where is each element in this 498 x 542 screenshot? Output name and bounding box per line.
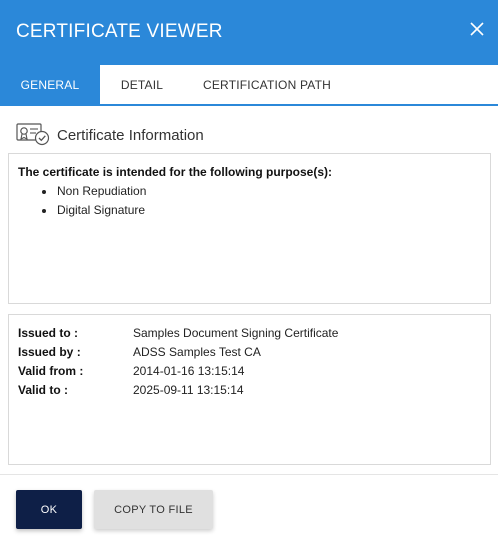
info-row-issued-by: Issued by : ADSS Samples Test CA — [18, 343, 488, 362]
ok-button[interactable]: OK — [16, 490, 82, 529]
info-label: Valid from : — [18, 364, 84, 378]
tab-detail[interactable]: DETAIL — [100, 65, 184, 104]
certificate-viewer-dialog: CERTIFICATE VIEWER GENERAL DETAIL CERTIF… — [0, 0, 498, 542]
purpose-panel: The certificate is intended for the foll… — [8, 153, 491, 304]
dialog-title: CERTIFICATE VIEWER — [16, 21, 223, 42]
info-value: 2025-09-11 13:15:14 — [133, 383, 244, 397]
tab-certification-path[interactable]: CERTIFICATION PATH — [184, 65, 350, 104]
purpose-heading: The certificate is intended for the foll… — [18, 165, 333, 179]
info-row-valid-from: Valid from : 2014-01-16 13:15:14 — [18, 362, 488, 381]
certificate-icon — [16, 123, 50, 146]
section-title: Certificate Information — [57, 126, 204, 144]
dialog-header: CERTIFICATE VIEWER — [0, 0, 498, 65]
list-item: Digital Signature — [39, 201, 146, 220]
tab-general[interactable]: GENERAL — [0, 65, 100, 104]
info-label: Valid to : — [18, 383, 69, 397]
close-icon — [470, 22, 484, 36]
footer-divider — [0, 474, 498, 475]
certificate-details-panel: Issued to : Samples Document Signing Cer… — [8, 314, 491, 465]
info-value: 2014-01-16 13:15:14 — [133, 364, 245, 378]
info-value: ADSS Samples Test CA — [133, 345, 261, 359]
close-button[interactable] — [466, 18, 488, 40]
purpose-list: Non Repudiation Digital Signature — [39, 182, 146, 220]
info-row-valid-to: Valid to : 2025-09-11 13:15:14 — [18, 381, 488, 400]
info-row-issued-to: Issued to : Samples Document Signing Cer… — [18, 324, 488, 343]
info-label: Issued by : — [18, 345, 81, 359]
info-value: Samples Document Signing Certificate — [133, 326, 339, 340]
tab-bar: GENERAL DETAIL CERTIFICATION PATH — [0, 65, 498, 106]
copy-to-file-button[interactable]: COPY TO FILE — [94, 490, 213, 529]
section-heading: Certificate Information — [16, 122, 204, 148]
info-label: Issued to : — [18, 326, 79, 340]
list-item: Non Repudiation — [39, 182, 146, 201]
